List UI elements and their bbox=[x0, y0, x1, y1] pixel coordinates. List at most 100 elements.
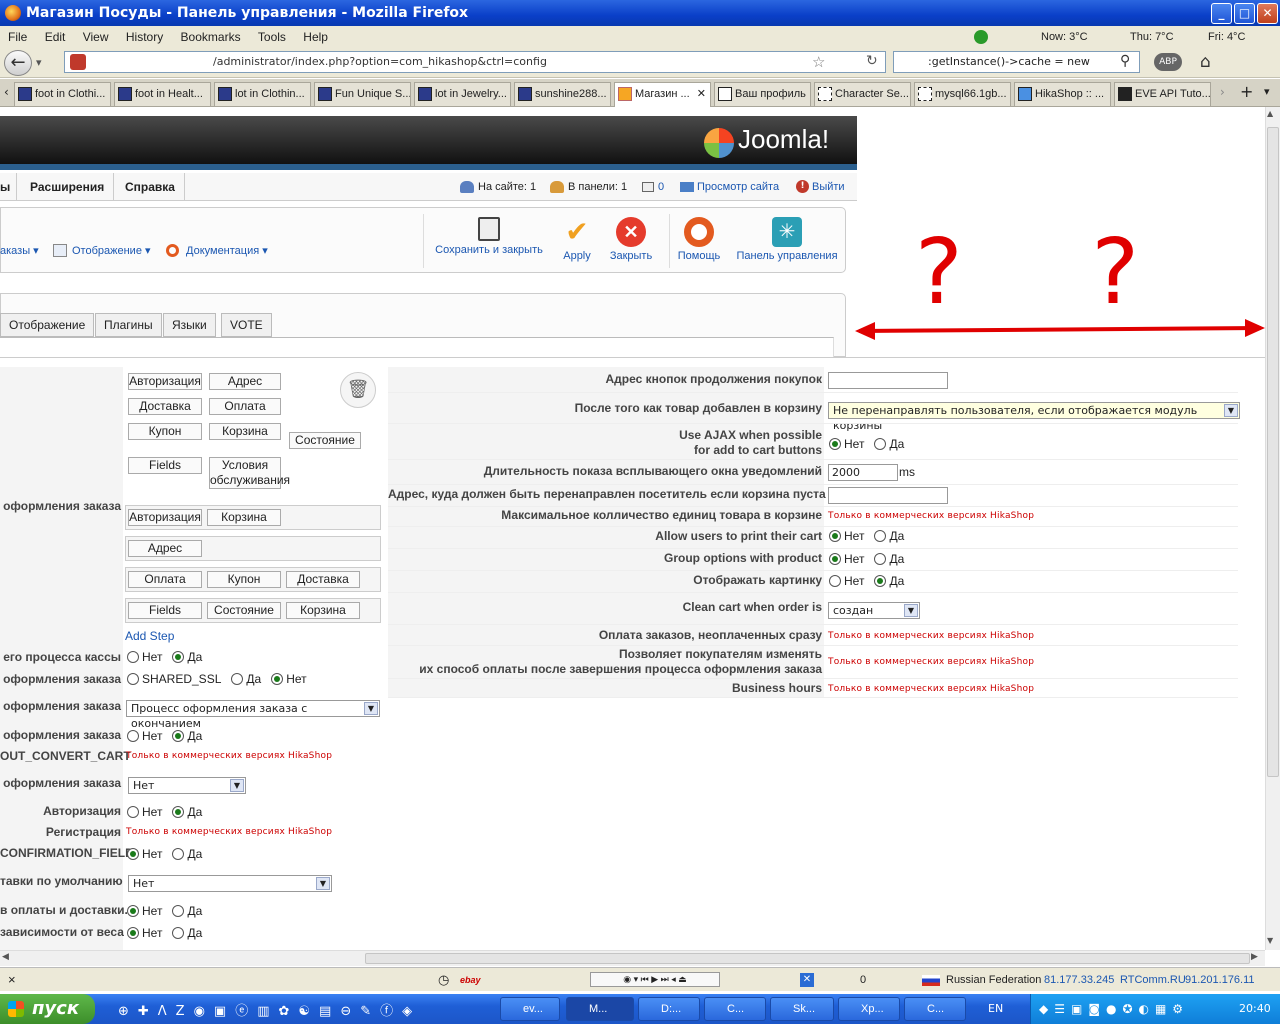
empty-cart-redirect-input[interactable] bbox=[828, 487, 948, 504]
skype-status-icon[interactable]: ✕ bbox=[800, 973, 814, 987]
step-item[interactable]: Fields bbox=[128, 457, 202, 474]
radio-option[interactable]: Да bbox=[874, 574, 904, 588]
orders-menu-dropdown[interactable]: аказы ▾ bbox=[0, 244, 39, 257]
notification-duration-input[interactable]: 2000 bbox=[828, 464, 898, 481]
browser-tab[interactable]: Fun Unique S... bbox=[314, 82, 411, 106]
step-item[interactable]: Адрес bbox=[209, 373, 281, 390]
radio-option[interactable]: Да bbox=[874, 529, 904, 543]
menu-help[interactable]: Help bbox=[303, 30, 328, 44]
after-add-to-cart-select[interactable]: Не перенаправлять пользователя, если ото… bbox=[828, 402, 1240, 432]
clean-cart-status-select[interactable]: создан ▼ bbox=[828, 602, 920, 619]
adblock-icon[interactable]: ABP bbox=[1154, 53, 1182, 71]
taskbar-item[interactable]: D:... bbox=[638, 997, 700, 1021]
radio-option[interactable]: Да bbox=[172, 650, 202, 664]
step-item[interactable]: Корзина bbox=[209, 423, 281, 440]
tray-icons[interactable]: ◆☰▣◙●✪◐▦⚙ bbox=[1039, 1002, 1189, 1016]
home-icon[interactable]: ⌂ bbox=[1200, 52, 1211, 72]
browser-tab[interactable]: Ваш профиль bbox=[714, 82, 811, 106]
tab-list-icon[interactable]: ▾ bbox=[1264, 85, 1270, 98]
browser-tab[interactable]: foot in Clothi... bbox=[14, 82, 111, 106]
radio-option[interactable]: Да bbox=[874, 437, 904, 451]
radio-option[interactable]: Да bbox=[231, 672, 261, 686]
taskbar-item[interactable]: ev... bbox=[500, 997, 560, 1021]
start-button[interactable]: пуск bbox=[0, 994, 95, 1024]
close-button[interactable]: ✕ Закрыть bbox=[608, 217, 654, 262]
radio-option[interactable]: Да bbox=[172, 926, 202, 940]
tab-vote[interactable]: VOTE bbox=[221, 313, 272, 337]
scroll-left-icon[interactable]: ◀ bbox=[2, 952, 9, 962]
language-indicator[interactable]: EN bbox=[988, 994, 1003, 1024]
scroll-up-icon[interactable]: ▲ bbox=[1267, 109, 1273, 118]
close-addon-bar-icon[interactable]: × bbox=[8, 968, 16, 992]
radio-option[interactable]: Да bbox=[874, 552, 904, 566]
browser-tab[interactable]: HikaShop :: ... bbox=[1014, 82, 1111, 106]
step-item[interactable]: Купон bbox=[128, 423, 202, 440]
radio-option[interactable]: Нет bbox=[127, 904, 162, 918]
ebay-icon[interactable]: ebay bbox=[460, 968, 481, 992]
taskbar-item[interactable]: C... bbox=[904, 997, 966, 1021]
add-step-link[interactable]: Add Step bbox=[125, 629, 174, 643]
maximize-button[interactable]: □ bbox=[1234, 3, 1255, 24]
radio-option[interactable]: Нет bbox=[271, 672, 307, 686]
minimize-button[interactable]: _ bbox=[1211, 3, 1232, 24]
step-item[interactable]: Оплата bbox=[209, 398, 281, 415]
scroll-right-icon[interactable]: ▶ bbox=[1251, 952, 1258, 962]
close-window-button[interactable]: ✕ bbox=[1257, 3, 1278, 24]
tab-scroll-left-icon[interactable]: ‹ bbox=[4, 85, 9, 99]
menu-edit[interactable]: Edit bbox=[45, 30, 66, 44]
tab-display[interactable]: Отображение bbox=[0, 313, 95, 337]
continue-shopping-url-input[interactable] bbox=[828, 372, 948, 389]
messages-count[interactable]: 0 bbox=[658, 177, 664, 197]
media-controls[interactable]: ◉ ▾ ⏮ ▶ ⏭ ◂ ⏏ bbox=[590, 972, 720, 987]
browser-tab[interactable]: EVE API Tuto... bbox=[1114, 82, 1211, 106]
step-item[interactable]: Корзина bbox=[207, 509, 281, 526]
menu-file[interactable]: File bbox=[8, 30, 27, 44]
setting-select[interactable]: Нет ▼ bbox=[128, 777, 246, 794]
radio-option[interactable]: Нет bbox=[829, 552, 864, 566]
menu-bookmarks[interactable]: Bookmarks bbox=[181, 30, 241, 44]
back-button[interactable]: ← bbox=[4, 50, 32, 76]
horizontal-scrollbar[interactable]: ◀ ▶ bbox=[0, 950, 1265, 966]
bookmark-star-icon[interactable]: ☆ bbox=[812, 53, 825, 71]
forward-dropdown-icon[interactable]: ▾ bbox=[36, 56, 42, 69]
search-icon[interactable]: ⚲ bbox=[1120, 53, 1130, 69]
radio-option[interactable]: Да bbox=[172, 904, 202, 918]
step-item[interactable]: Fields bbox=[128, 602, 202, 619]
submenu-item-extensions[interactable]: Расширения bbox=[30, 177, 104, 197]
reload-icon[interactable]: ↻ bbox=[866, 53, 878, 69]
tab-scroll-right-icon[interactable]: › bbox=[1220, 85, 1225, 99]
step-item[interactable]: Условия обслуживания bbox=[209, 457, 290, 489]
step-item[interactable]: Корзина bbox=[286, 602, 360, 619]
scroll-down-icon[interactable]: ▼ bbox=[1267, 936, 1273, 945]
radio-option[interactable]: Да bbox=[172, 847, 202, 861]
tab-close-icon[interactable]: ✕ bbox=[697, 83, 706, 105]
step-item[interactable]: Состояние bbox=[207, 602, 281, 619]
radio-option[interactable]: Нет bbox=[127, 805, 162, 819]
browser-tab[interactable]: lot in Jewelry... bbox=[414, 82, 511, 106]
search-input[interactable]: :getInstance()->cache = new bbox=[893, 51, 1140, 73]
control-panel-button[interactable]: ✳ Панель управления bbox=[734, 217, 840, 262]
quick-launch-icons[interactable]: ⊕✚ΛΖ◉▣ⓔ▥✿☯▤⊖✎ⓕ◈ bbox=[118, 1000, 468, 1019]
browser-tab[interactable]: foot in Healt... bbox=[114, 82, 211, 106]
help-button[interactable]: Помощь bbox=[676, 217, 722, 262]
radio-option[interactable]: Да bbox=[172, 729, 202, 743]
step-item[interactable]: Состояние bbox=[289, 432, 361, 449]
browser-tab[interactable]: lot in Clothin... bbox=[214, 82, 311, 106]
step-item[interactable]: Доставка bbox=[286, 571, 360, 588]
browser-tab[interactable]: mysql66.1gb... bbox=[914, 82, 1011, 106]
browser-tab-active[interactable]: Магазин ... ✕ bbox=[614, 82, 711, 108]
radio-option[interactable]: Нет bbox=[829, 574, 864, 588]
view-site-link[interactable]: Просмотр сайта bbox=[697, 177, 779, 197]
logout-link[interactable]: Выйти bbox=[812, 177, 845, 197]
tab-languages[interactable]: Языки bbox=[163, 313, 216, 337]
new-tab-button[interactable]: + bbox=[1240, 82, 1253, 101]
step-item[interactable]: Адрес bbox=[128, 540, 202, 557]
tab-plugins[interactable]: Плагины bbox=[95, 313, 162, 337]
step-item[interactable]: Купон bbox=[207, 571, 281, 588]
step-item[interactable]: Доставка bbox=[128, 398, 202, 415]
browser-tab[interactable]: sunshine288... bbox=[514, 82, 611, 106]
vertical-scroll-thumb[interactable] bbox=[1267, 127, 1279, 777]
radio-option[interactable]: Нет bbox=[127, 926, 162, 940]
menu-history[interactable]: History bbox=[126, 30, 163, 44]
menu-tools[interactable]: Tools bbox=[258, 30, 286, 44]
